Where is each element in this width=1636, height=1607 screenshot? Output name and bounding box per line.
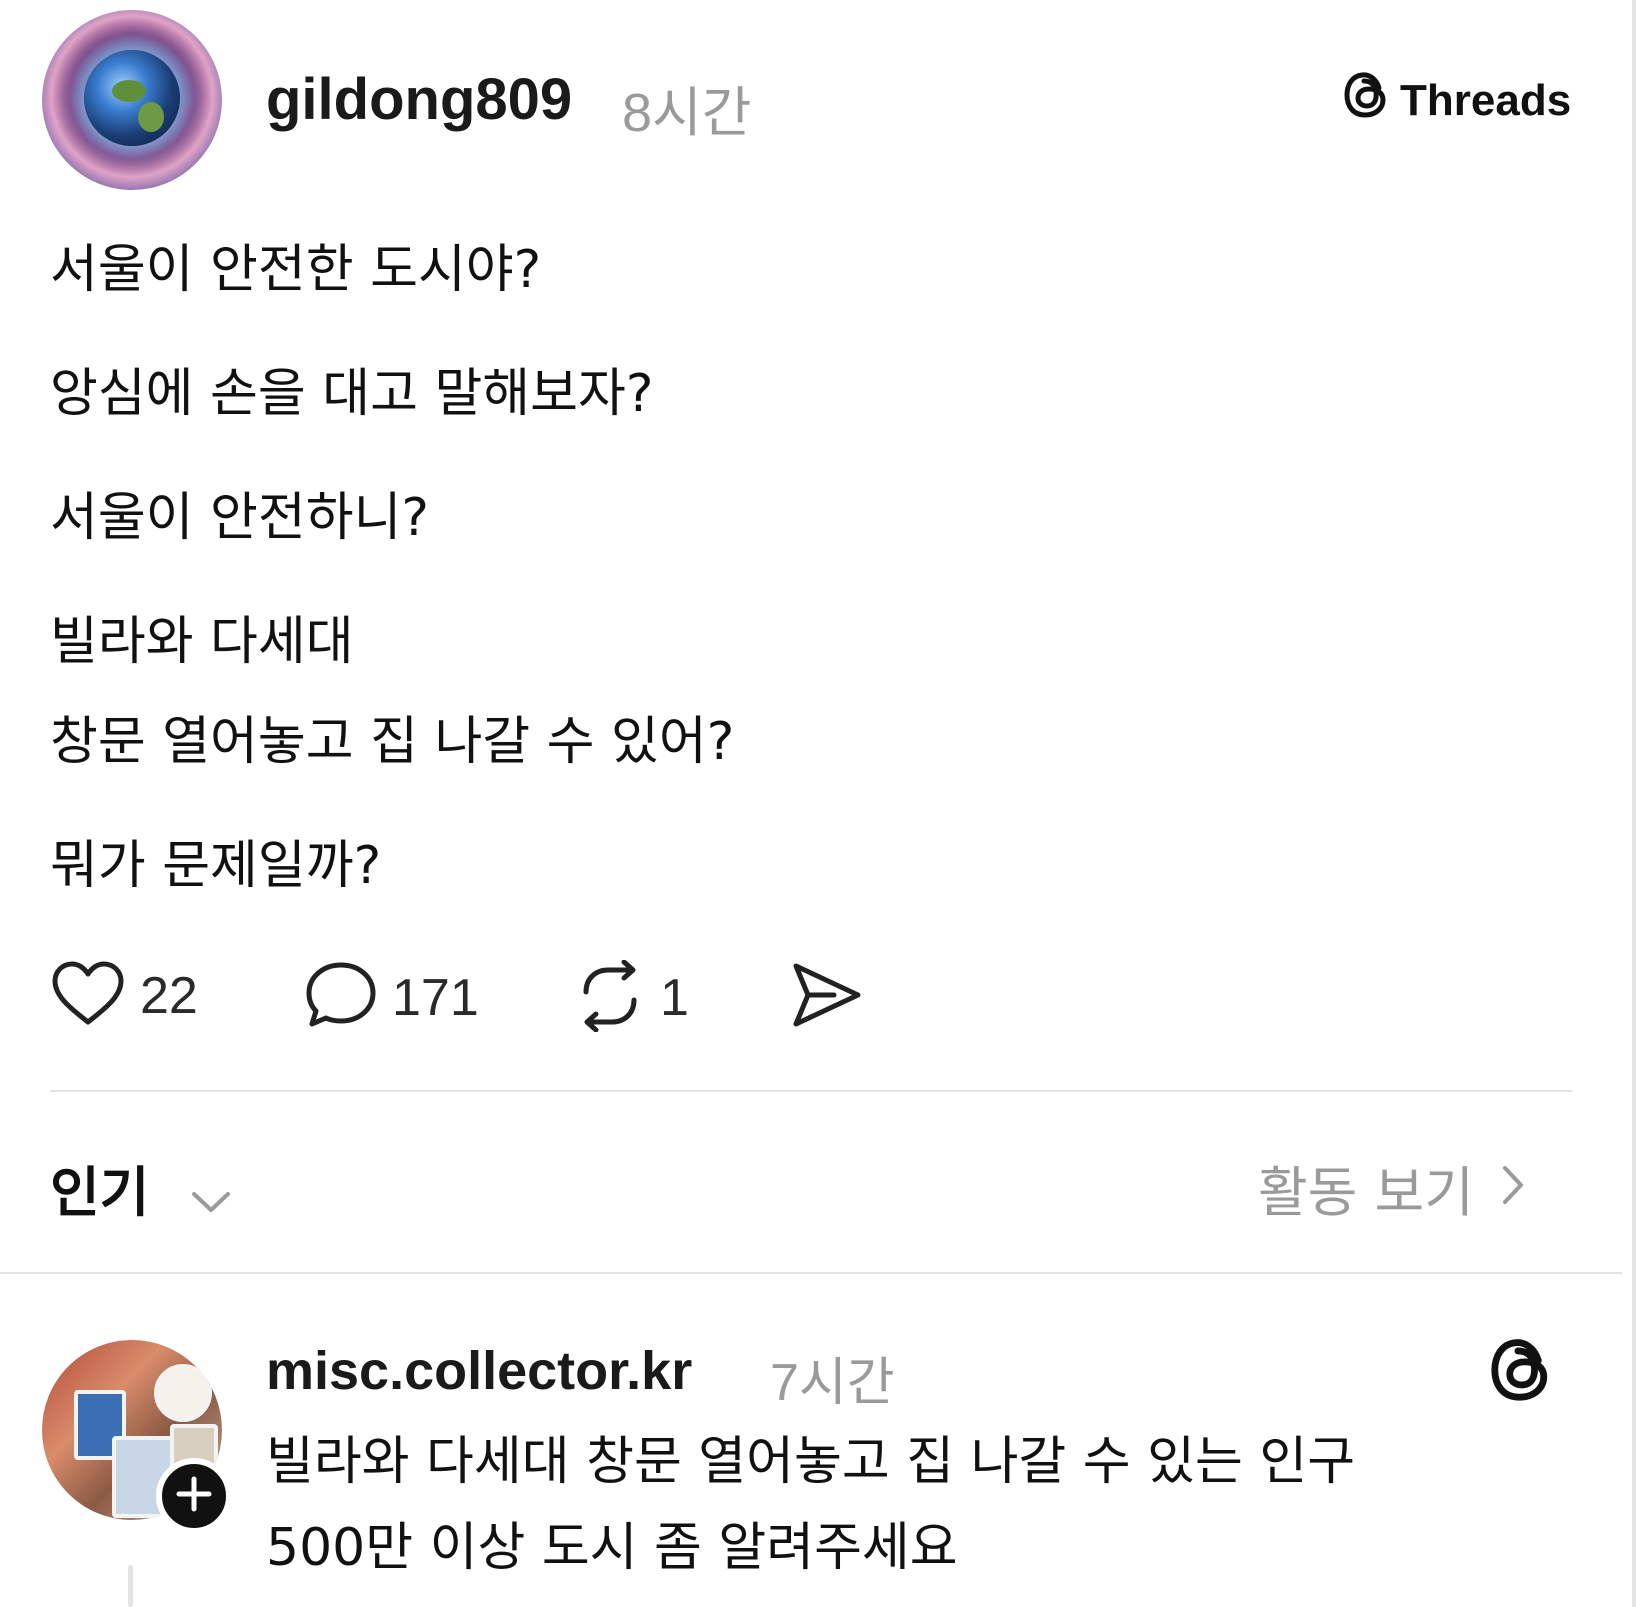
like-button[interactable]: 22 bbox=[50, 960, 198, 1032]
threads-brand-label: Threads bbox=[1400, 75, 1572, 125]
activity-label: 활동 보기 bbox=[1258, 1161, 1474, 1224]
post-timestamp: 8시간 bbox=[622, 83, 752, 143]
post-divider bbox=[50, 1090, 1572, 1092]
comment-button[interactable]: 171 bbox=[304, 960, 479, 1036]
send-icon bbox=[790, 960, 862, 1034]
post-line-2: 앙심에 손을 대고 말해보자? bbox=[50, 364, 654, 424]
author-username[interactable]: gildong809 bbox=[266, 66, 572, 133]
sort-label: 인기 bbox=[50, 1161, 150, 1224]
threads-brand[interactable]: Threads bbox=[1344, 70, 1571, 131]
reply-username[interactable]: misc.collector.kr bbox=[266, 1340, 692, 1402]
share-button[interactable] bbox=[790, 960, 862, 1034]
repost-button[interactable]: 1 bbox=[574, 959, 689, 1036]
repost-count: 1 bbox=[660, 969, 689, 1027]
post-line-4: 빌라와 다세대 bbox=[50, 612, 354, 672]
chevron-right-icon bbox=[1500, 1156, 1526, 1219]
post-line-5: 창문 열어놓고 집 나갈 수 있어? bbox=[50, 712, 735, 772]
reply-line-2: 500만 이상 도시 좀 알려주세요 bbox=[266, 1518, 958, 1578]
plus-icon bbox=[175, 1475, 213, 1517]
follow-button[interactable] bbox=[156, 1458, 232, 1534]
heart-icon bbox=[50, 960, 126, 1032]
author-avatar[interactable] bbox=[42, 10, 222, 190]
reply-timestamp: 7시간 bbox=[770, 1354, 895, 1412]
threads-logo-icon[interactable] bbox=[1490, 1336, 1554, 1408]
post-line-1: 서울이 안전한 도시야? bbox=[50, 240, 542, 300]
threads-logo-icon bbox=[1344, 70, 1390, 131]
reply-line-1: 빌라와 다세대 창문 열어놓고 집 나갈 수 있는 인구 bbox=[266, 1432, 1356, 1492]
speech-bubble-icon bbox=[304, 960, 378, 1036]
like-count: 22 bbox=[140, 967, 198, 1025]
frame-edge bbox=[1632, 0, 1636, 1607]
sort-dropdown[interactable]: 인기 bbox=[50, 1148, 232, 1228]
repost-icon bbox=[574, 959, 646, 1036]
section-divider bbox=[0, 1272, 1622, 1274]
comment-count: 171 bbox=[392, 969, 479, 1027]
activity-link[interactable]: 활동 보기 bbox=[1258, 1148, 1526, 1227]
chevron-down-icon bbox=[190, 1165, 232, 1228]
reply-thread-line bbox=[128, 1565, 133, 1607]
post-line-3: 서울이 안전하니? bbox=[50, 488, 430, 548]
post-line-6: 뭐가 문제일까? bbox=[50, 836, 382, 896]
